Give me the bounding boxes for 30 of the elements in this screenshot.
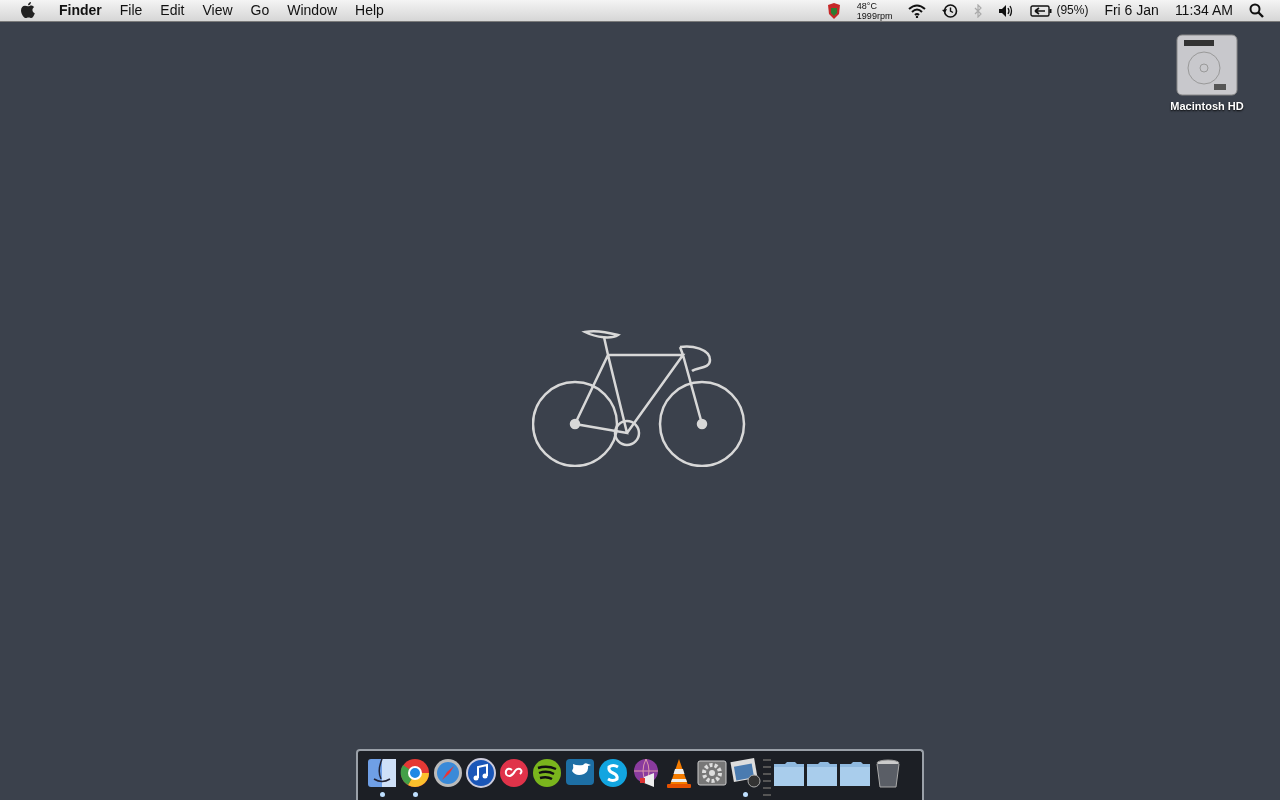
app-menu[interactable]: Finder [50,0,111,21]
menu-item[interactable]: File [110,0,152,21]
sound-waves-icon[interactable] [531,757,563,789]
loop-logo-icon[interactable] [498,757,530,789]
ring-icon[interactable] [399,757,431,789]
gear-icon[interactable] [696,757,728,789]
menu-item[interactable]: Window [278,0,347,21]
photo-icon[interactable] [729,757,761,789]
wifi-icon[interactable] [908,3,927,18]
menu-item[interactable]: View [193,0,242,21]
battery-icon[interactable] [1030,4,1053,17]
speaker-icon[interactable] [998,3,1015,18]
dock-separator-icon [762,757,772,797]
menu-clock[interactable]: 11:34 AM [1174,0,1233,21]
menu-item[interactable]: Go [241,0,279,21]
compass-icon[interactable] [432,757,464,789]
search-icon[interactable] [1249,3,1264,18]
hard-drive-icon[interactable] [1174,32,1240,98]
battery-reading: (95%) [1056,2,1089,19]
menu-item[interactable]: Help [346,0,393,21]
fan-speed-reading: 1999rpm [856,10,893,21]
s-curve-icon[interactable] [597,757,629,789]
apple-icon[interactable] [20,2,36,19]
drive-label[interactable]: Macintosh HD [1170,98,1244,115]
face-icon[interactable] [366,757,398,789]
temperature-reading: 48°C [856,0,878,11]
menu-item[interactable]: Edit [151,0,194,21]
shield-icon[interactable] [826,2,841,19]
music-note-icon[interactable] [465,757,497,789]
menu-date[interactable]: Fri 6 Jan [1104,0,1159,21]
